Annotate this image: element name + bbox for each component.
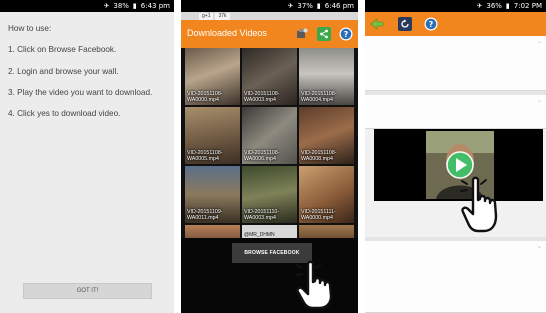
status-time: 6:46 pm xyxy=(324,2,354,10)
ad-strip: g+1 37k xyxy=(181,12,358,20)
svg-text:?: ? xyxy=(344,30,349,39)
airplane-icon: ✈ xyxy=(287,2,294,10)
browser-screen: ✈ 36% ▮ 7:02 PM ? ⌄ ⌄ ⌄ xyxy=(365,0,546,313)
video-filename: VID-20151108-WA0003.mp4 xyxy=(244,90,280,103)
downloaded-videos-screen: ✈ 37% ▮ 6:46 pm g+1 37k Downloaded Video… xyxy=(181,0,358,313)
share-icon[interactable] xyxy=(317,27,331,41)
instructions-heading: How to use: xyxy=(8,24,52,33)
video-filename: VID-20151110-WA0003.mp4 xyxy=(244,208,280,221)
video-thumbnail[interactable]: VID-20151108-WA0008.mp4 xyxy=(299,107,354,164)
instruction-step: 4. Click yes to download video. xyxy=(8,109,121,118)
got-it-button[interactable]: GOT IT! xyxy=(23,283,152,299)
video-filename: VID-20151108-WA0000.mp4 xyxy=(187,90,223,103)
app-bar: Downloaded Videos ? xyxy=(181,20,358,48)
instruction-step: 1. Click on Browse Facebook. xyxy=(8,45,117,55)
pointing-hand-icon xyxy=(460,176,498,233)
battery-icon: ▮ xyxy=(132,2,137,10)
ad-tab[interactable]: g+1 xyxy=(199,13,214,20)
video-filename: VID-20151111-WA0000.mp4 xyxy=(301,208,336,221)
video-thumbnail[interactable]: VID-20151111-WA0000.mp4 xyxy=(299,166,354,223)
video-grid: VID-20151108-WA0000.mp4 VID-20151108-WA0… xyxy=(185,48,354,244)
status-time: 6:43 pm xyxy=(140,2,170,10)
help-icon[interactable]: ? xyxy=(339,27,353,41)
chevron-down-icon[interactable]: ⌄ xyxy=(537,38,542,45)
feed-card: ⌄ xyxy=(365,241,546,313)
video-filename: VID-20151108-WA0008.mp4 xyxy=(301,149,337,162)
svg-text:?: ? xyxy=(429,20,434,29)
battery-icon: ▮ xyxy=(505,2,510,10)
pointing-hand-icon xyxy=(295,260,333,310)
instruction-step: 3. Play the video you want to download. xyxy=(8,87,153,97)
battery-icon: ▮ xyxy=(316,2,321,10)
instruction-step: 2. Login and browse your wall. xyxy=(8,66,119,76)
video-thumbnail[interactable]: VID-20151108-WA0003.mp4 xyxy=(242,48,297,105)
instructions: How to use: 1. Click on Browse Facebook.… xyxy=(0,12,174,313)
feed-card: ⌄ xyxy=(365,36,546,91)
video-edit-icon[interactable] xyxy=(295,27,309,41)
airplane-icon: ✈ xyxy=(476,2,483,10)
battery-percent: 38% xyxy=(113,2,129,10)
status-bar: ✈ 38% ▮ 6:43 pm xyxy=(0,0,174,12)
status-bar: ✈ 36% ▮ 7:02 PM xyxy=(365,0,546,12)
battery-percent: 36% xyxy=(486,2,502,10)
ad-tab[interactable]: 37k xyxy=(215,13,230,20)
app-bar: ? xyxy=(365,12,546,36)
video-thumbnail[interactable]: VID-20151110-WA0003.mp4 xyxy=(242,166,297,223)
video-filename: VID-20151108-WA0006.mp4 xyxy=(244,149,280,162)
chevron-down-icon[interactable]: ⌄ xyxy=(537,97,542,104)
video-filename: VID-20151108-WA0005.mp4 xyxy=(187,149,223,162)
airplane-icon: ✈ xyxy=(103,2,110,10)
video-filename: VID-20151109-WA0011.mp4 xyxy=(187,208,223,221)
video-thumbnail[interactable]: VID-20151108-WA0005.mp4 xyxy=(185,107,240,164)
status-time: 7:02 PM xyxy=(513,2,542,10)
back-arrow-icon[interactable] xyxy=(370,17,384,31)
page-title: Downloaded Videos xyxy=(187,28,267,38)
video-thumbnail[interactable]: VID-20151108-WA0000.mp4 xyxy=(185,48,240,105)
help-icon[interactable]: ? xyxy=(424,17,438,31)
video-thumbnail[interactable]: VID-20151108-WA0004.mp4 xyxy=(299,48,354,105)
status-bar: ✈ 37% ▮ 6:46 pm xyxy=(181,0,358,12)
feed-card: ⌄ xyxy=(365,95,546,129)
video-thumbnail[interactable]: VID-20151108-WA0006.mp4 xyxy=(242,107,297,164)
video-filename: VID-20151108-WA0004.mp4 xyxy=(301,90,337,103)
chevron-down-icon[interactable]: ⌄ xyxy=(537,243,542,250)
video-thumbnail[interactable]: VID-20151109-WA0011.mp4 xyxy=(185,166,240,223)
battery-percent: 37% xyxy=(297,2,313,10)
refresh-icon[interactable] xyxy=(398,17,412,31)
instructions-screen: ✈ 38% ▮ 6:43 pm How to use: 1. Click on … xyxy=(0,0,174,313)
